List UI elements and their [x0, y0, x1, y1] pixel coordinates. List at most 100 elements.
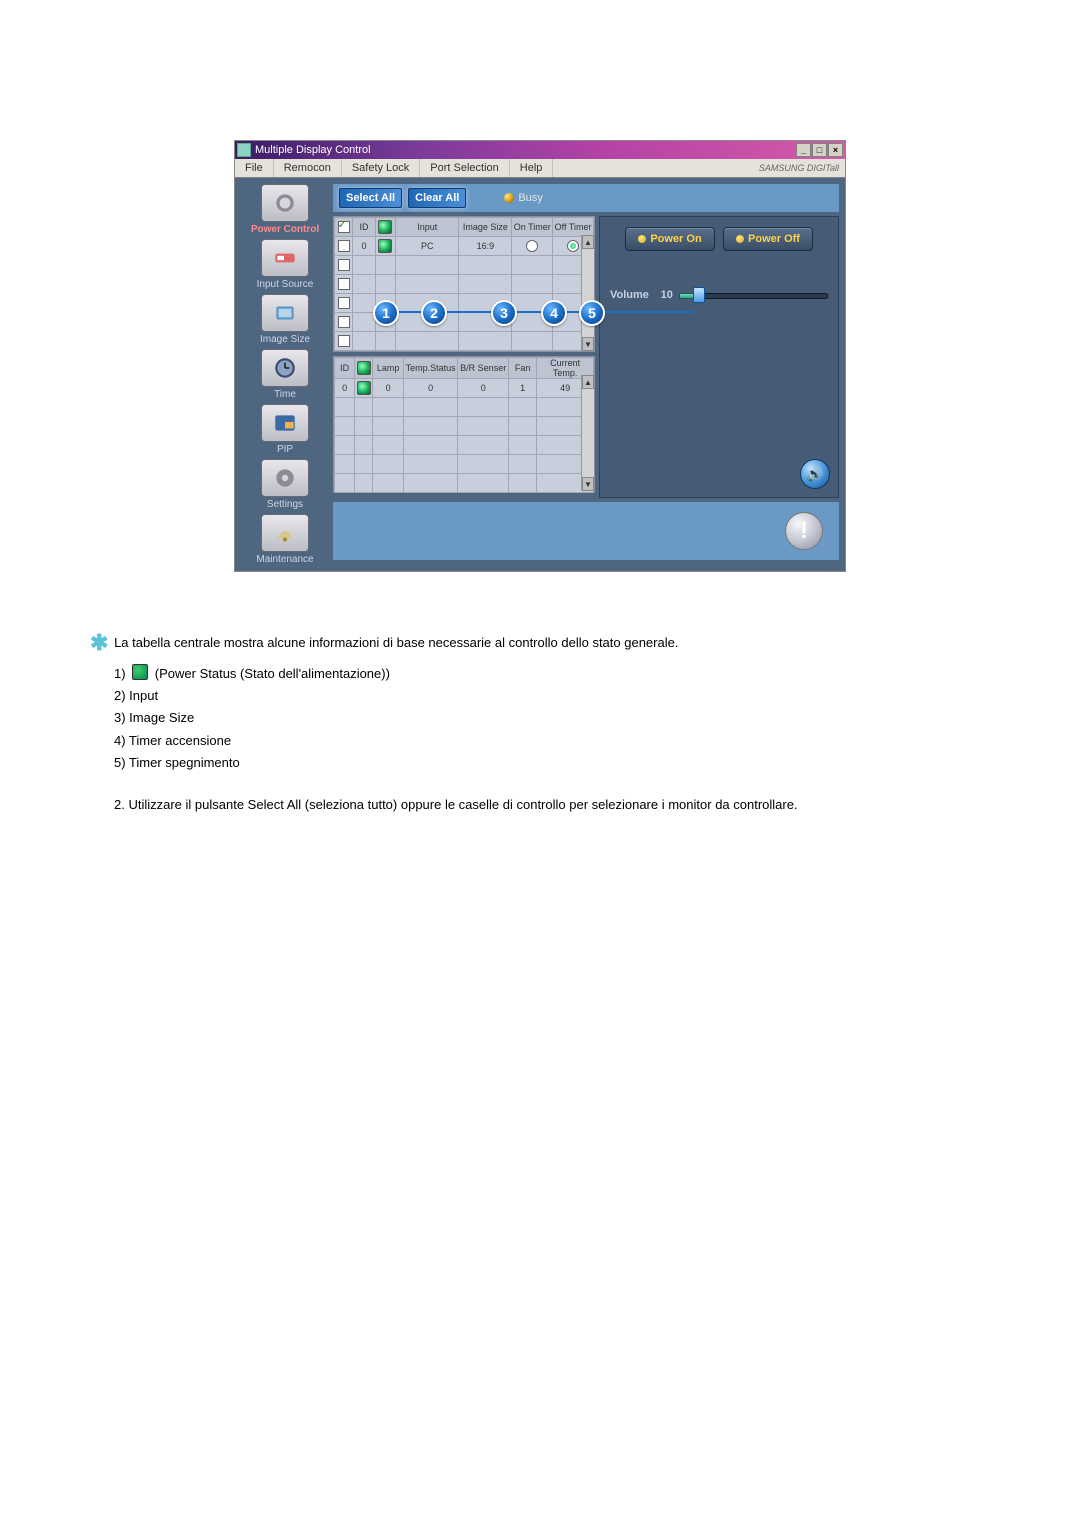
on-timer-indicator — [526, 240, 538, 252]
minimize-button[interactable]: _ — [796, 143, 811, 157]
col-power[interactable] — [375, 218, 395, 237]
close-button[interactable]: × — [828, 143, 843, 157]
alert-icon[interactable]: ! — [785, 512, 823, 550]
app-icon — [237, 143, 251, 157]
list-item: 3) Image Size — [114, 708, 990, 728]
table-row[interactable] — [335, 417, 594, 436]
description: ✱ La tabella centrale mostra alcune info… — [90, 626, 990, 815]
footer-bar: ! — [333, 502, 839, 560]
clear-all-button[interactable]: Clear All — [408, 188, 466, 208]
table-row[interactable] — [335, 455, 594, 474]
col-id[interactable]: ID — [353, 218, 375, 237]
menu-file[interactable]: File — [235, 159, 274, 177]
table-row[interactable] — [335, 313, 594, 332]
table-row[interactable] — [335, 275, 594, 294]
intro-text: La tabella centrale mostra alcune inform… — [114, 635, 678, 650]
toolbar: Select All Clear All Busy — [333, 184, 839, 212]
list-item: 5) Timer spegnimento — [114, 753, 990, 773]
row-checkbox[interactable] — [338, 335, 350, 347]
volume-row: Volume 10 — [610, 285, 828, 305]
table-row[interactable] — [335, 398, 594, 417]
row-checkbox[interactable] — [338, 259, 350, 271]
speaker-icon: 🔊 — [806, 466, 823, 483]
sidebar-item-input-source[interactable]: Input Source — [257, 239, 314, 290]
maintenance-icon — [261, 514, 309, 552]
sidebar: Power Control Input Source Image Size — [241, 184, 329, 565]
list-item: 1) (Power Status (Stato dell'alimentazio… — [114, 664, 990, 684]
table-row[interactable] — [335, 294, 594, 313]
time-icon — [261, 349, 309, 387]
menu-port-selection[interactable]: Port Selection — [420, 159, 509, 177]
busy-dot-icon — [504, 193, 514, 203]
input-source-icon — [261, 239, 309, 277]
scrollbar[interactable]: ▲ ▼ — [581, 375, 594, 491]
pip-icon — [261, 404, 309, 442]
sidebar-item-pip[interactable]: PIP — [261, 404, 309, 455]
status-table: ID Lamp Temp.Status B/R Senser Fan Curre… — [333, 356, 595, 492]
busy-indicator: Busy — [504, 192, 542, 204]
sidebar-item-settings[interactable]: Settings — [261, 459, 309, 510]
row-checkbox[interactable] — [338, 297, 350, 309]
power-icon — [378, 220, 392, 234]
col-id2[interactable]: ID — [335, 358, 355, 379]
titlebar: Multiple Display Control _ □ × — [235, 141, 845, 159]
table-row[interactable]: 0 0 0 0 1 49 — [335, 379, 594, 398]
scroll-down-button[interactable]: ▼ — [582, 477, 594, 491]
brand-label: SAMSUNG DIGITall — [753, 159, 845, 177]
star-icon: ✱ — [90, 630, 108, 655]
select-all-button[interactable]: Select All — [339, 188, 402, 208]
note-2: 2. Utilizzare il pulsante Select All (se… — [114, 795, 990, 815]
power-off-button[interactable]: Power Off — [723, 227, 813, 251]
volume-slider[interactable] — [679, 285, 828, 305]
sidebar-item-time[interactable]: Time — [261, 349, 309, 400]
scroll-up-button[interactable]: ▲ — [582, 235, 594, 249]
sidebar-item-image-size[interactable]: Image Size — [260, 294, 310, 345]
speaker-button[interactable]: 🔊 — [800, 459, 830, 489]
row-checkbox[interactable] — [338, 278, 350, 290]
col-image-size[interactable]: Image Size — [459, 218, 512, 237]
table-row[interactable] — [335, 436, 594, 455]
col-temp-status[interactable]: Temp.Status — [403, 358, 458, 379]
power-on-button[interactable]: Power On — [625, 227, 715, 251]
col-input[interactable]: Input — [396, 218, 459, 237]
power-status-mini-icon — [132, 664, 148, 680]
display-table: ID Input Image Size On Timer Off Timer — [333, 216, 595, 352]
table-row[interactable] — [335, 256, 594, 275]
app-window: Multiple Display Control _ □ × File Remo… — [234, 140, 846, 572]
table-row[interactable]: 0 PC 16:9 — [335, 237, 594, 256]
power-status-icon — [357, 381, 371, 395]
settings-icon — [261, 459, 309, 497]
row-checkbox[interactable] — [338, 240, 350, 252]
window-title: Multiple Display Control — [255, 144, 371, 156]
col-power2[interactable] — [355, 358, 373, 379]
table-row[interactable] — [335, 332, 594, 351]
col-br-sensor[interactable]: B/R Senser — [458, 358, 509, 379]
slider-thumb[interactable] — [693, 287, 705, 303]
menu-safety-lock[interactable]: Safety Lock — [342, 159, 420, 177]
power-on-dot-icon — [638, 235, 646, 243]
table-row[interactable] — [335, 474, 594, 493]
col-off-timer[interactable]: Off Timer — [553, 218, 594, 237]
menu-help[interactable]: Help — [510, 159, 554, 177]
list-item: 2) Input — [114, 686, 990, 706]
off-timer-indicator — [567, 240, 579, 252]
col-on-timer[interactable]: On Timer — [512, 218, 553, 237]
volume-value: 10 — [655, 289, 673, 301]
scroll-up-button[interactable]: ▲ — [582, 375, 594, 389]
scrollbar[interactable]: ▲ ▼ — [581, 235, 594, 351]
col-lamp[interactable]: Lamp — [373, 358, 403, 379]
col-fan[interactable]: Fan — [508, 358, 536, 379]
menubar: File Remocon Safety Lock Port Selection … — [235, 159, 845, 178]
menu-remocon[interactable]: Remocon — [274, 159, 342, 177]
volume-label: Volume — [610, 289, 649, 301]
header-checkbox[interactable] — [338, 221, 350, 233]
sidebar-item-maintenance[interactable]: Maintenance — [256, 514, 313, 565]
sidebar-item-power-control[interactable]: Power Control — [251, 184, 319, 235]
row-checkbox[interactable] — [338, 316, 350, 328]
power-status-icon — [378, 239, 392, 253]
scroll-down-button[interactable]: ▼ — [582, 337, 594, 351]
power-panel: Power On Power Off Volume 10 — [599, 216, 839, 498]
maximize-button[interactable]: □ — [812, 143, 827, 157]
image-size-icon — [261, 294, 309, 332]
power-control-icon — [261, 184, 309, 222]
